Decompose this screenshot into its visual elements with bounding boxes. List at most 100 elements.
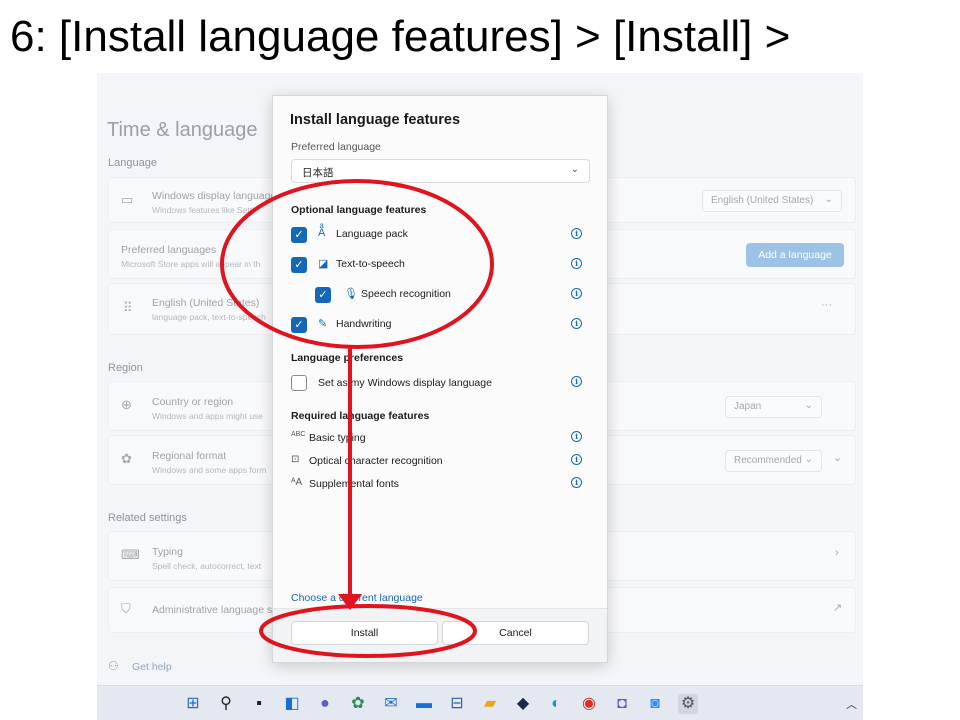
dialog-title: Install language features	[290, 112, 461, 128]
text-to-speech-checkbox[interactable]: ✓	[291, 257, 307, 273]
display-language-select[interactable]: English (United States) ⌄	[702, 190, 842, 212]
language-settings-icon: ✿	[121, 451, 132, 466]
info-icon[interactable]: i	[571, 228, 582, 239]
language-pack-checkbox[interactable]: ✓	[291, 227, 307, 243]
info-icon[interactable]: i	[571, 376, 582, 387]
preferences-heading: Language preferences	[291, 352, 404, 364]
settings-gear-icon[interactable]: ⚙	[678, 694, 698, 714]
teams-icon[interactable]: ◘	[612, 694, 632, 714]
language-item-title: English (United States)	[152, 297, 260, 309]
info-icon[interactable]: i	[571, 454, 582, 465]
chevron-right-icon: ›	[835, 547, 839, 559]
language-item-subtitle: language pack, text-to-speech	[152, 312, 266, 322]
speech-icon: ◪	[318, 258, 329, 270]
install-button[interactable]: Install	[291, 621, 438, 645]
ocr-label: Optical character recognition	[309, 455, 443, 467]
folder-icon[interactable]: ▰	[480, 694, 500, 714]
mail-icon[interactable]: ✉	[381, 694, 401, 714]
chevron-down-icon: ⌄	[804, 454, 813, 465]
info-icon[interactable]: i	[571, 318, 582, 329]
info-icon[interactable]: i	[571, 431, 582, 442]
chevron-down-icon: ⌄	[570, 164, 579, 175]
section-region: Region	[108, 362, 143, 374]
handwriting-checkbox[interactable]: ✓	[291, 317, 307, 333]
display-language-value: English (United States)	[711, 195, 814, 206]
text-to-speech-label: Text-to-speech	[336, 258, 405, 270]
more-options-icon[interactable]: ···	[821, 299, 832, 311]
section-language: Language	[108, 157, 157, 169]
option-handwriting[interactable]: ✓ ✎ Handwriting	[291, 317, 591, 335]
regional-format-title: Regional format	[152, 450, 227, 462]
country-title: Country or region	[152, 396, 234, 408]
preferred-languages-subtitle: Microsoft Store apps will appear in th	[121, 259, 261, 269]
required-ocr: ⊡ Optical character recognition	[291, 454, 591, 472]
ocr-icon: ⊡	[291, 454, 300, 465]
chevron-down-icon: ⌄	[804, 400, 813, 411]
drag-handle-icon[interactable]: ⠿	[123, 300, 133, 316]
page-title: Time & language	[107, 119, 258, 141]
help-icon: ⚇	[108, 659, 119, 673]
app-icon[interactable]: ◆	[513, 694, 533, 714]
preferred-languages-title: Preferred languages	[121, 244, 217, 256]
basic-typing-label: Basic typing	[309, 432, 366, 444]
option-set-display-language[interactable]: Set as my Windows display language	[291, 375, 591, 393]
set-display-language-checkbox[interactable]	[291, 375, 307, 391]
edge-icon[interactable]: ◐	[546, 694, 566, 714]
info-icon[interactable]: i	[571, 258, 582, 269]
globe-icon: ⊕	[121, 397, 132, 412]
fonts-label: Supplemental fonts	[309, 478, 399, 490]
chat-icon[interactable]: ●	[315, 694, 335, 714]
display-icon[interactable]: ▬	[414, 694, 434, 714]
open-external-icon: ↗	[833, 602, 843, 614]
search-icon[interactable]: ⚲	[216, 694, 236, 714]
microphone-icon: 🎙︎	[344, 288, 358, 300]
optional-features-heading: Optional language features	[291, 204, 427, 216]
cancel-button[interactable]: Cancel	[442, 621, 589, 645]
paint-icon[interactable]: ✿	[348, 694, 368, 714]
task-view-icon[interactable]: ▪	[249, 694, 269, 714]
laptop-icon: ▭	[121, 192, 134, 207]
language-pack-icon: Aͣ	[318, 227, 326, 239]
typing-title: Typing	[152, 546, 183, 558]
info-icon[interactable]: i	[571, 477, 582, 488]
regional-format-subtitle: Windows and some apps form	[152, 465, 267, 475]
start-icon[interactable]: ⊞	[183, 694, 203, 714]
handwriting-label: Handwriting	[336, 318, 392, 330]
slide: 6: [Install language features] > [Instal…	[0, 0, 960, 720]
chevron-down-icon: ⌄	[824, 194, 833, 205]
speech-recognition-label: Speech recognition	[361, 288, 451, 300]
option-text-to-speech[interactable]: ✓ ◪ Text-to-speech	[291, 257, 591, 275]
fonts-icon: ᴬA	[291, 477, 303, 488]
chevron-up-icon[interactable]: ︿	[846, 696, 857, 712]
preferred-language-select[interactable]: 日本語 ⌄	[291, 159, 590, 183]
preferred-language-label: Preferred language	[291, 141, 381, 153]
dialog-footer: Install Cancel	[273, 608, 607, 662]
install-language-dialog: Install language features Preferred lang…	[272, 95, 608, 663]
choose-different-language-link[interactable]: Choose a different language	[291, 592, 423, 604]
typing-subtitle: Spell check, autocorrect, text	[152, 561, 262, 571]
required-features-heading: Required language features	[291, 410, 430, 422]
language-pack-label: Language pack	[336, 228, 408, 240]
widgets-icon[interactable]: ◧	[282, 694, 302, 714]
required-fonts: ᴬA Supplemental fonts	[291, 477, 591, 495]
basic-typing-icon: ABC	[291, 431, 306, 438]
zoom-icon[interactable]: ◙	[645, 694, 665, 714]
slide-title: 6: [Install language features] > [Instal…	[10, 12, 791, 61]
info-icon[interactable]: i	[571, 288, 582, 299]
get-help-link[interactable]: Get help	[132, 661, 172, 673]
expand-chevron-icon[interactable]: ⌄	[833, 451, 842, 464]
admin-language-title: Administrative language se	[152, 604, 279, 616]
country-subtitle: Windows and apps might use	[152, 411, 264, 421]
keyboard-icon: ⌨	[121, 547, 140, 562]
chrome-icon[interactable]: ◉	[579, 694, 599, 714]
country-value: Japan	[734, 401, 762, 412]
option-language-pack[interactable]: ✓ Aͣ Language pack	[291, 227, 591, 245]
network-icon[interactable]: ⊟	[447, 694, 467, 714]
display-language-subtitle: Windows features like Setti	[152, 205, 255, 215]
country-select[interactable]: Japan ⌄	[725, 396, 822, 418]
add-language-button[interactable]: Add a language	[746, 243, 844, 267]
preferred-language-value: 日本語	[302, 167, 334, 179]
option-speech-recognition[interactable]: ✓ 🎙︎ Speech recognition	[315, 287, 591, 305]
regional-format-select[interactable]: Recommended ⌄	[725, 450, 822, 472]
speech-recognition-checkbox[interactable]: ✓	[315, 287, 331, 303]
